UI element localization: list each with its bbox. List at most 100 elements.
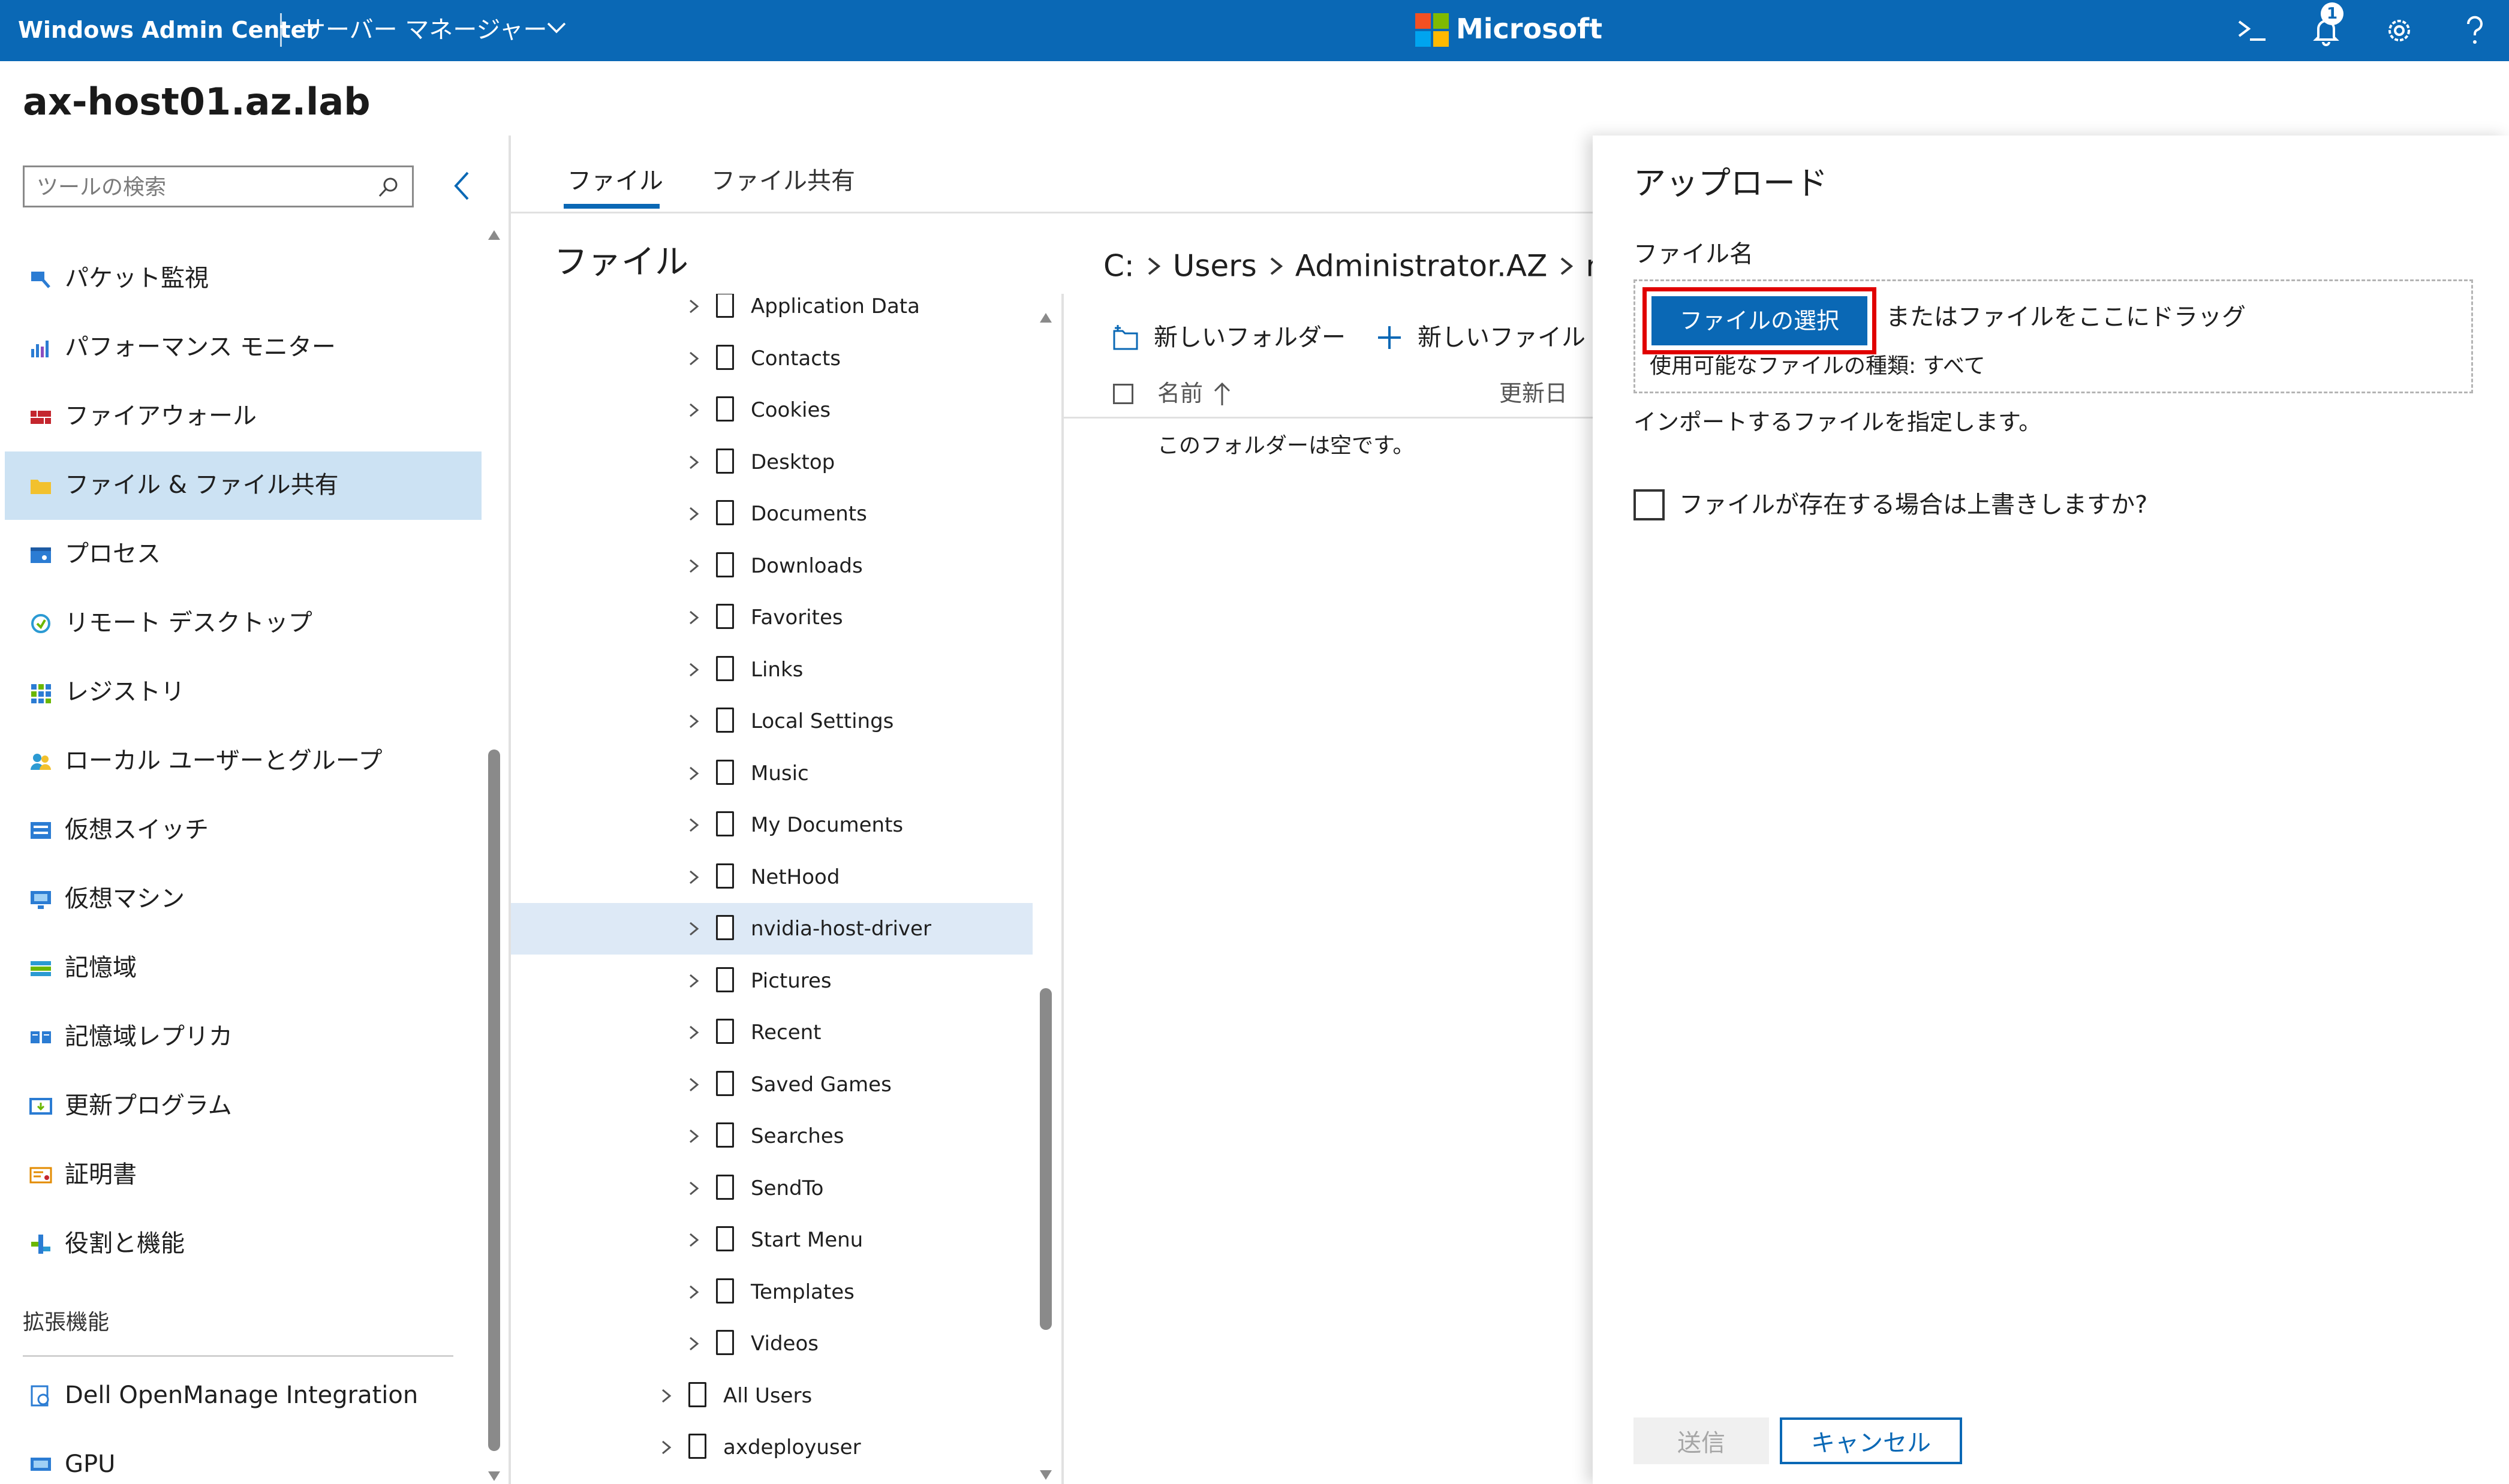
overwrite-label[interactable]: ファイルが存在する場合は上書きしますか? [1679,487,2147,523]
nav-item-firewall[interactable]: ファイアウォール [5,383,482,451]
choose-file-button[interactable]: ファイルの選択 [1651,296,1867,345]
nav-item-packet-monitor[interactable]: パケット監視 [5,245,482,313]
expand-chevron-icon[interactable] [685,1126,703,1146]
search-icon[interactable] [375,174,401,201]
tree-item[interactable]: Desktop [511,437,1033,488]
users-icon [31,754,51,770]
nav-item-roles-features[interactable]: 役割と機能 [5,1210,482,1278]
expand-chevron-icon[interactable] [685,1074,703,1095]
tree-scrollbar[interactable] [1040,311,1052,1484]
nav-item-storage[interactable]: 記憶域 [5,934,482,1003]
tree-item[interactable]: Contacts [511,333,1033,384]
breadcrumb-item[interactable]: Administrator.AZ [1295,249,1548,284]
expand-chevron-icon[interactable] [685,1022,703,1043]
context-selector-label[interactable]: サーバー マネージャー [302,12,547,48]
tool-search-input[interactable] [37,172,372,202]
expand-chevron-icon[interactable] [685,660,703,680]
tree-item[interactable]: axdeployuser [511,1422,1033,1473]
app-title[interactable]: Windows Admin Center [18,12,317,48]
expand-chevron-icon[interactable] [657,1437,675,1458]
tree-item[interactable]: My Documents [511,799,1033,851]
column-header-name[interactable]: 名前 [1157,374,1203,413]
nav-item-label: 役割と機能 [65,1230,185,1257]
tab-files[interactable]: ファイル [567,157,663,205]
scroll-up-icon[interactable] [1040,311,1052,325]
tree-item[interactable]: Saved Games [511,1059,1033,1110]
column-header-modified[interactable]: 更新日 [1499,374,1568,413]
expand-chevron-icon[interactable] [685,971,703,991]
expand-chevron-icon[interactable] [685,867,703,887]
nav-item-storage-replica[interactable]: 記憶域レプリカ [5,1003,482,1071]
tree-item[interactable]: Searches [511,1110,1033,1162]
tree-item[interactable]: Local Settings [511,696,1033,747]
nav-item-virtual-switch[interactable]: 仮想スイッチ [5,796,482,865]
tree-scrollbar-thumb[interactable] [1040,988,1052,1330]
expand-chevron-icon[interactable] [685,556,703,576]
breadcrumb-item[interactable]: Users [1173,249,1257,284]
file-drop-zone[interactable]: ファイルの選択 またはファイルをここにドラッグ 使用可能なファイルの種類: すべ… [1633,279,2473,393]
breadcrumb-item[interactable]: C: [1103,249,1135,284]
scroll-down-icon[interactable] [488,1469,500,1483]
expand-chevron-icon[interactable] [685,400,703,420]
tree-item[interactable]: SendTo [511,1163,1033,1214]
tree-item[interactable]: Music [511,748,1033,799]
expand-chevron-icon[interactable] [685,763,703,784]
tree-item[interactable]: Cookies [511,384,1033,436]
nav-scrollbar-thumb[interactable] [488,749,500,1451]
chevron-down-icon[interactable] [544,16,568,40]
tree-item[interactable]: All Users [511,1370,1033,1422]
nav-item-performance-monitor[interactable]: パフォーマンス モニター [5,314,482,382]
nav-item-label: パフォーマンス モニター [65,333,336,361]
nav-item-gpu[interactable]: GPU [5,1431,482,1484]
tree-item[interactable]: Downloads [511,540,1033,592]
nav-item-certificates[interactable]: 証明書 [5,1141,482,1209]
expand-chevron-icon[interactable] [685,1282,703,1302]
tree-item[interactable]: Start Menu [511,1214,1033,1266]
nav-item-files[interactable]: ファイル & ファイル共有 [5,451,482,520]
tree-item[interactable]: Recent [511,1007,1033,1058]
tree-item[interactable]: Application Data [511,294,1033,332]
help-icon[interactable] [2455,11,2495,50]
submit-button[interactable]: 送信 [1633,1417,1769,1464]
expand-chevron-icon[interactable] [685,711,703,732]
tree-item[interactable]: Favorites [511,592,1033,643]
nav-item-updates[interactable]: 更新プログラム [5,1072,482,1140]
tree-item[interactable]: Pictures [511,955,1033,1007]
scroll-up-icon[interactable] [488,228,500,242]
scroll-down-icon[interactable] [1040,1468,1052,1482]
terminal-icon[interactable] [2232,11,2272,50]
overwrite-checkbox[interactable] [1633,489,1665,520]
tree-item[interactable]: Videos [511,1318,1033,1369]
expand-chevron-icon[interactable] [685,919,703,939]
expand-chevron-icon[interactable] [685,607,703,628]
select-all-checkbox[interactable] [1113,384,1133,404]
expand-chevron-icon[interactable] [685,1334,703,1354]
nav-item-local-users[interactable]: ローカル ユーザーとグループ [5,727,482,796]
tree-item[interactable]: Links [511,644,1033,696]
expand-chevron-icon[interactable] [685,815,703,835]
expand-chevron-icon[interactable] [685,1230,703,1250]
collapse-nav-chevron-icon[interactable] [447,168,477,204]
gear-icon[interactable] [2379,11,2419,50]
expand-chevron-icon[interactable] [657,1386,675,1406]
tree-item[interactable]: nvidia-host-driver [511,903,1033,955]
tree-item[interactable]: NetHood [511,851,1033,903]
tree-item[interactable]: Documents [511,488,1033,540]
expand-chevron-icon[interactable] [685,452,703,472]
folder-outline-icon [688,1434,706,1459]
expand-chevron-icon[interactable] [685,348,703,369]
nav-item-virtual-machines[interactable]: 仮想マシン [5,865,482,934]
nav-item-dell-openmanage[interactable]: Dell OpenManage Integration [5,1362,482,1430]
sort-ascending-icon[interactable] [1211,380,1233,408]
folder-outline-icon [716,967,734,992]
nav-item-processes[interactable]: プロセス [5,520,482,589]
expand-chevron-icon[interactable] [685,296,703,317]
nav-item-registry[interactable]: レジストリ [5,658,482,727]
nav-scrollbar[interactable] [488,228,500,1484]
nav-item-remote-desktop[interactable]: リモート デスクトップ [5,589,482,658]
expand-chevron-icon[interactable] [685,1178,703,1199]
tree-item[interactable]: Templates [511,1266,1033,1318]
tab-file-shares[interactable]: ファイル共有 [711,157,855,205]
expand-chevron-icon[interactable] [685,504,703,524]
cancel-button[interactable]: キャンセル [1780,1417,1962,1464]
